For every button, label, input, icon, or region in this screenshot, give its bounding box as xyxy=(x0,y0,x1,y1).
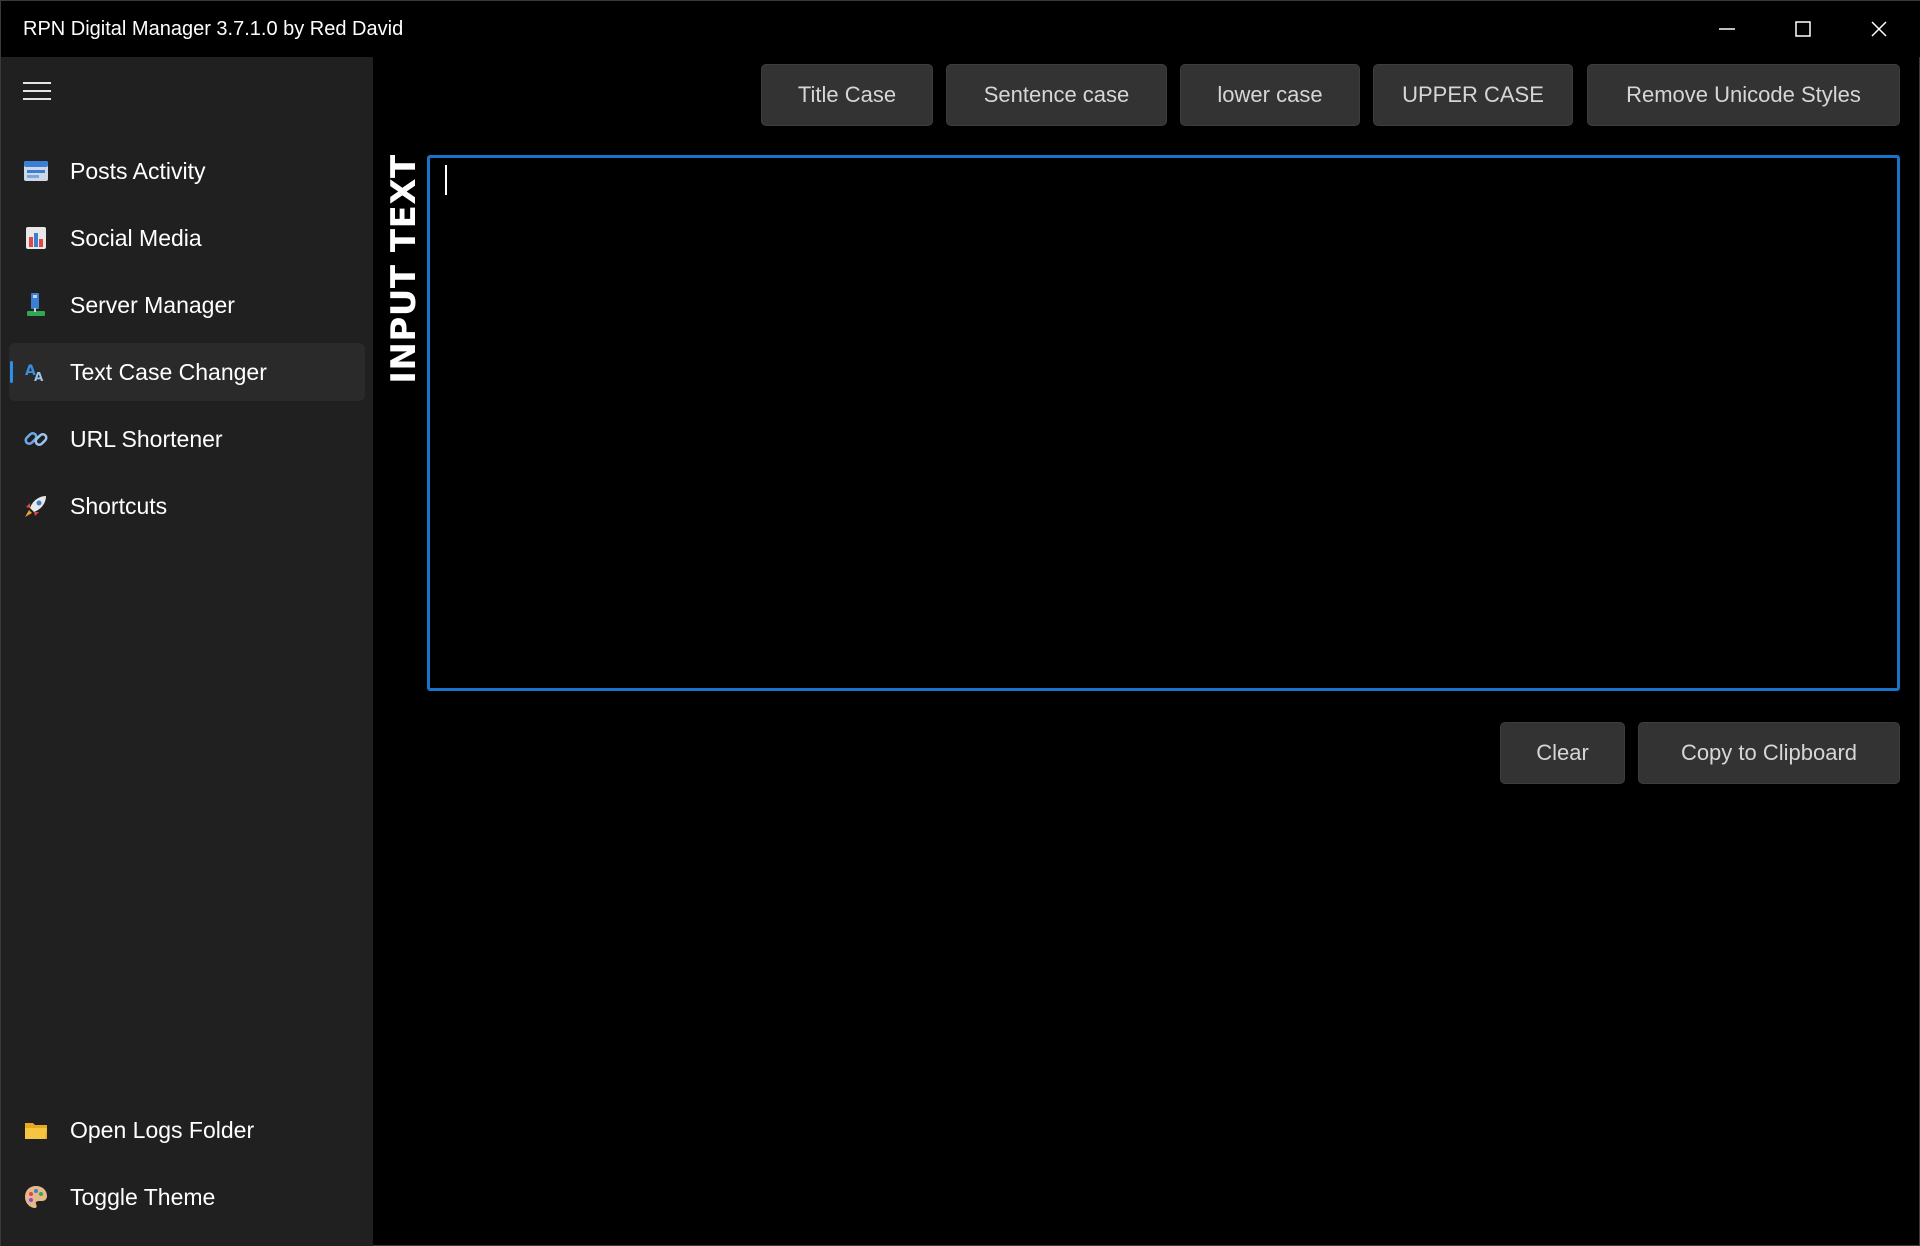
close-icon xyxy=(1871,21,1887,37)
text-case-icon: A A xyxy=(23,359,49,385)
sidebar-item-label: Social Media xyxy=(70,224,202,251)
sidebar-item-label: Text Case Changer xyxy=(70,358,267,385)
input-text-label-container: INPUT TEXT xyxy=(384,153,424,384)
link-icon xyxy=(23,426,49,452)
minimize-icon xyxy=(1719,28,1735,30)
close-button[interactable] xyxy=(1841,1,1917,57)
sidebar-item-label: Shortcuts xyxy=(70,492,168,519)
app-window: RPN Digital Manager 3.7.1.0 by Red David xyxy=(0,0,1920,1246)
server-manager-icon xyxy=(23,292,49,318)
clear-button[interactable]: Clear xyxy=(1500,722,1625,784)
sidebar-item-url-shortener[interactable]: URL Shortener xyxy=(9,410,365,468)
svg-text:A: A xyxy=(34,370,44,384)
sentence-case-button[interactable]: Sentence case xyxy=(946,64,1167,126)
social-media-icon xyxy=(23,225,49,251)
title-case-button[interactable]: Title Case xyxy=(761,64,933,126)
upper-case-button[interactable]: UPPER CASE xyxy=(1373,64,1573,126)
maximize-icon xyxy=(1795,21,1811,37)
hamburger-line xyxy=(23,98,51,100)
sidebar-item-label: URL Shortener xyxy=(70,425,223,452)
maximize-button[interactable] xyxy=(1765,1,1841,57)
sidebar-item-server-manager[interactable]: Server Manager xyxy=(9,276,365,334)
remove-unicode-styles-button[interactable]: Remove Unicode Styles xyxy=(1587,64,1900,126)
sidebar-item-social-media[interactable]: Social Media xyxy=(9,209,365,267)
sidebar: Posts Activity Social Media Server Manag… xyxy=(1,57,373,1246)
sidebar-item-label: Toggle Theme xyxy=(70,1183,216,1210)
minimize-button[interactable] xyxy=(1689,1,1765,57)
title-bar[interactable]: RPN Digital Manager 3.7.1.0 by Red David xyxy=(1,1,1920,57)
selection-indicator xyxy=(10,361,13,383)
lower-case-button[interactable]: lower case xyxy=(1180,64,1360,126)
rocket-icon xyxy=(23,493,49,519)
sidebar-item-label: Server Manager xyxy=(70,291,235,318)
palette-icon xyxy=(23,1184,49,1210)
text-cursor xyxy=(445,165,447,195)
posts-activity-icon xyxy=(23,158,49,184)
input-text-area[interactable] xyxy=(427,155,1900,691)
hamburger-line xyxy=(23,90,51,92)
sidebar-item-label: Posts Activity xyxy=(70,157,206,184)
copy-to-clipboard-button[interactable]: Copy to Clipboard xyxy=(1638,722,1900,784)
sidebar-item-shortcuts[interactable]: Shortcuts xyxy=(9,477,365,535)
sidebar-item-open-logs-folder[interactable]: Open Logs Folder xyxy=(9,1101,365,1159)
hamburger-menu-button[interactable] xyxy=(17,73,57,109)
sidebar-item-text-case-changer[interactable]: A A Text Case Changer xyxy=(9,343,365,401)
sidebar-item-label: Open Logs Folder xyxy=(70,1116,255,1143)
sidebar-item-toggle-theme[interactable]: Toggle Theme xyxy=(9,1168,365,1226)
window-title: RPN Digital Manager 3.7.1.0 by Red David xyxy=(23,18,404,40)
folder-icon xyxy=(23,1117,49,1143)
hamburger-line xyxy=(23,82,51,84)
input-text-label: INPUT TEXT xyxy=(384,153,424,384)
sidebar-item-posts-activity[interactable]: Posts Activity xyxy=(9,142,365,200)
